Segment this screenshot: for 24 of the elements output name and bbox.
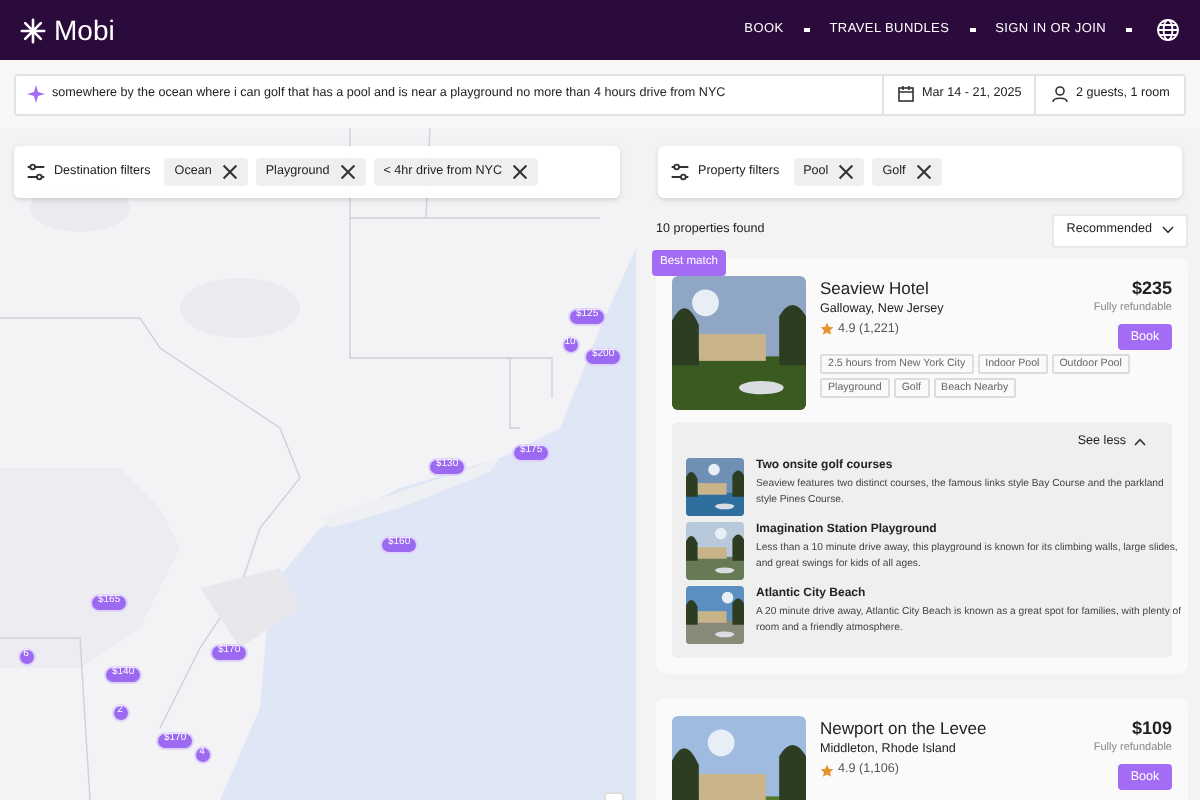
close-icon[interactable] [512,164,529,180]
close-icon[interactable] [915,164,932,180]
close-icon[interactable] [838,164,855,180]
dash-icon [969,28,976,32]
sliders-icon [26,162,46,182]
calendar-icon [898,86,914,102]
sparkle-icon [26,84,46,104]
chevron-down-icon [1162,226,1174,234]
hotel-name[interactable]: Newport on the Levee [820,716,987,741]
sliders-icon [670,162,690,182]
price: $235 [1131,276,1172,300]
hotel-name[interactable]: Seaview Hotel [820,276,944,300]
close-icon[interactable] [339,164,356,180]
logo-text[interactable]: Mobi [54,9,115,51]
asterisk-logo-icon [20,17,46,43]
dash-icon [803,28,810,32]
star-icon [820,322,834,337]
price: $109 [1131,716,1172,741]
close-icon[interactable] [221,164,238,180]
chevron-up-icon [1134,437,1146,446]
star-icon [820,763,834,778]
dash-icon [1126,28,1132,32]
person-icon [1052,86,1068,102]
globe-icon[interactable] [1156,18,1180,42]
